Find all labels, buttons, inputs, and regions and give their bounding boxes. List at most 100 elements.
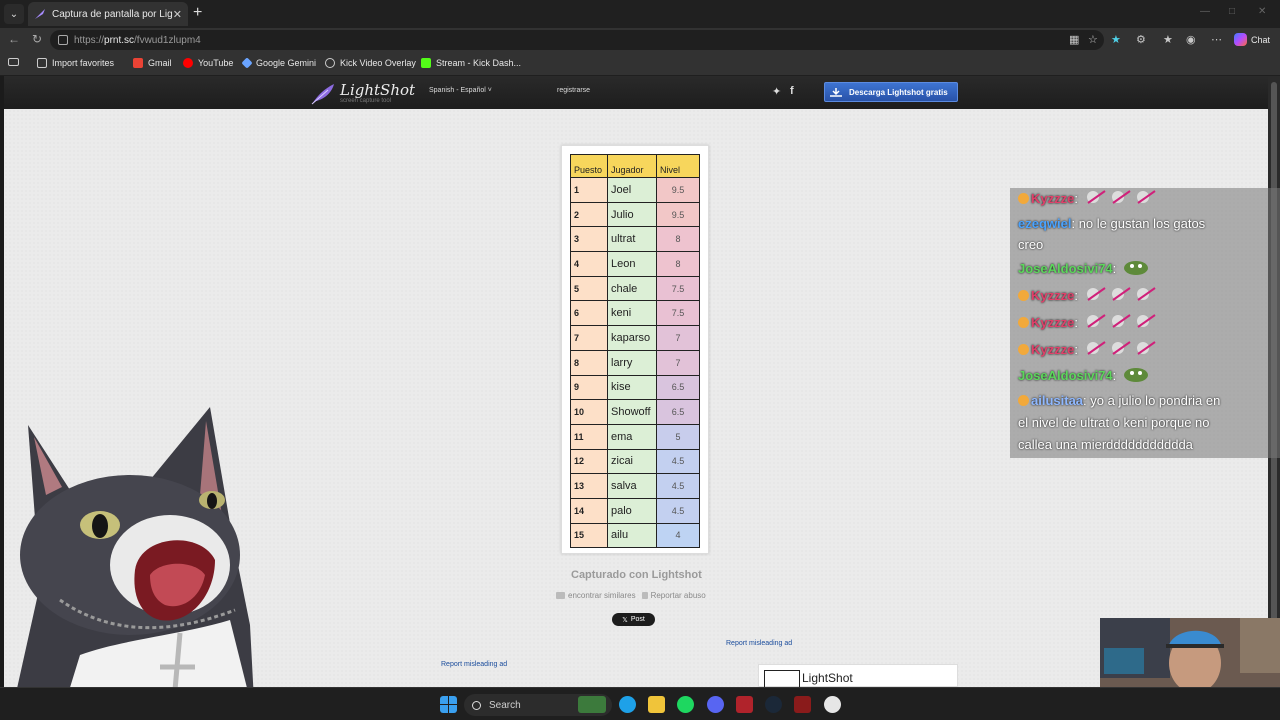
chat-username[interactable]: ezeqwiel	[1018, 216, 1071, 231]
facebook-icon[interactable]: f	[790, 85, 794, 97]
cell-player: Joel	[607, 177, 657, 203]
app-available-icon[interactable]: ▦	[1069, 33, 1079, 46]
navigation-bar: ← ↻ https://prnt.sc/fvwud1zlupm4 ▦ ☆ ★ ⚙…	[0, 28, 1280, 52]
tab-actions-menu-button[interactable]: ⌄	[4, 4, 24, 24]
cell-position: 3	[570, 226, 608, 253]
new-tab-button[interactable]: +	[193, 4, 202, 22]
report-misleading-ad-link[interactable]: Report misleading ad	[726, 640, 792, 647]
sidebar-toggle-icon[interactable]	[8, 58, 24, 66]
chat-username[interactable]: ailusitaa	[1031, 393, 1083, 408]
chat-emote-icon	[1086, 190, 1106, 204]
more-options-icon[interactable]: ⋯	[1211, 33, 1222, 46]
bookmark-kick-video-overlay[interactable]: Kick Video Overlay	[325, 58, 416, 68]
cell-position: 6	[570, 300, 608, 327]
chat-text: no le gustan los gatos	[1078, 216, 1206, 231]
table-row: 9 kise 6.5	[570, 374, 700, 401]
x-post-button[interactable]: 𝕏 Post	[612, 613, 655, 626]
file-explorer-icon[interactable]	[648, 696, 665, 713]
chevron-down-icon: ˅	[487, 87, 492, 94]
close-window-icon[interactable]: ✕	[1258, 6, 1266, 17]
extensions-icon[interactable]: ⚙	[1136, 33, 1146, 46]
valorant-icon[interactable]	[794, 696, 811, 713]
chat-emote-icon	[1111, 287, 1131, 301]
cell-position: 14	[570, 497, 608, 524]
cat-overlay-image	[10, 407, 255, 720]
chat-username[interactable]: Kyzzze	[1031, 315, 1074, 330]
lightshot-ad[interactable]: LightShot	[758, 664, 958, 690]
bookmark-google-gemini[interactable]: Google Gemini	[241, 57, 316, 69]
captured-with-lightshot: Capturado con Lightshot	[571, 569, 702, 581]
bookmark-youtube[interactable]: YouTube	[183, 58, 233, 68]
chat-username[interactable]: Kyzzze	[1031, 342, 1074, 357]
steam-icon[interactable]	[765, 696, 782, 713]
cell-level: 4.5	[656, 497, 700, 524]
bookmark-stream-kick-dashboard[interactable]: Stream - Kick Dash...	[421, 58, 521, 68]
cell-player: Showoff	[607, 399, 657, 425]
chat-separator: :	[1112, 261, 1120, 276]
report-abuse-link[interactable]: Reportar abuso	[651, 591, 706, 600]
cell-level: 5	[656, 423, 700, 450]
cell-player: kaparso	[607, 325, 657, 351]
youtube-icon	[183, 58, 193, 68]
register-link[interactable]: registrarse	[557, 87, 590, 94]
chat-username[interactable]: JoseAldosivi74	[1018, 368, 1113, 383]
cell-player: Julio	[607, 201, 657, 228]
table-row: 4 Leon 8	[570, 251, 700, 277]
chat-emote-icon	[1111, 341, 1131, 355]
obs-icon[interactable]	[824, 696, 841, 713]
edge-icon[interactable]	[619, 696, 636, 713]
chat-emote-icon	[1136, 341, 1156, 355]
refresh-icon[interactable]: ↻	[32, 32, 42, 46]
stream-chat-overlay: Kyzzze: ezeqwiel: no le gustan los gatos…	[1010, 188, 1280, 458]
cell-level: 7.5	[656, 300, 700, 327]
table-row: 7 kaparso 7	[570, 325, 700, 351]
back-icon[interactable]: ←	[8, 32, 20, 46]
sub-badge-icon	[1018, 317, 1029, 328]
copilot-chat-button[interactable]: Chat	[1234, 33, 1270, 46]
cell-level: 7.5	[656, 275, 700, 302]
translate-extension-icon[interactable]: ★	[1111, 33, 1121, 46]
download-lightshot-button[interactable]: Descarga Lightshot gratis	[824, 82, 958, 102]
favorite-star-icon[interactable]: ☆	[1088, 33, 1098, 46]
minimize-icon[interactable]: —	[1200, 6, 1210, 17]
table-row: 10 Showoff 6.5	[570, 399, 700, 425]
chat-emote-icon	[1136, 190, 1156, 204]
bookmark-gmail[interactable]: Gmail	[133, 58, 172, 68]
ranking-table: Puesto Jugador Nivel 1 Joel 9.5 2 Julio 9.5 3 u…	[570, 154, 700, 549]
close-tab-icon[interactable]: ✕	[173, 8, 182, 21]
chat-username[interactable]: Kyzzze	[1031, 288, 1074, 303]
cell-level: 4.5	[656, 448, 700, 475]
search-icon	[472, 700, 481, 710]
site-info-icon[interactable]	[58, 35, 68, 45]
cell-level: 7	[656, 325, 700, 351]
cell-player: ultrat	[607, 226, 657, 253]
twitter-icon[interactable]: ✦	[772, 85, 781, 98]
address-bar[interactable]: https://prnt.sc/fvwud1zlupm4	[50, 30, 1104, 50]
cell-position: 8	[570, 349, 608, 376]
chat-separator: :	[1074, 342, 1082, 357]
find-similar-link[interactable]: encontrar similares	[568, 591, 636, 600]
chat-message: ezeqwiel: no le gustan los gatos	[1018, 213, 1205, 234]
browser-tab[interactable]: Captura de pantalla por Lightshot ✕	[28, 2, 188, 26]
chat-emote-icon	[1086, 287, 1106, 301]
chat-emote-icon	[1111, 314, 1131, 328]
header-jugador: Jugador	[607, 154, 657, 178]
camera-icon	[556, 592, 565, 599]
profile-avatar-icon[interactable]: ◉	[1186, 33, 1196, 46]
report-misleading-ad-link[interactable]: Report misleading ad	[441, 661, 507, 668]
maximize-icon[interactable]: □	[1229, 6, 1235, 17]
screenshot-image[interactable]: Puesto Jugador Nivel 1 Joel 9.5 2 Julio 9.5 3 u…	[561, 145, 709, 554]
bookmark-import-favorites[interactable]: Import favorites	[37, 58, 114, 68]
table-row: 12 zicai 4.5	[570, 448, 700, 475]
chat-message: JoseAldosivi74:	[1018, 365, 1149, 386]
favorites-icon[interactable]: ★	[1163, 33, 1173, 46]
spotify-icon[interactable]	[677, 696, 694, 713]
language-selector[interactable]: Spanish - Español ˅	[429, 87, 492, 94]
table-header-row: Puesto Jugador Nivel	[570, 154, 700, 178]
chat-username[interactable]: Kyzzze	[1031, 191, 1074, 206]
voicemeeter-icon[interactable]	[736, 696, 753, 713]
chat-username[interactable]: JoseAldosivi74	[1018, 261, 1113, 276]
windows-start-icon[interactable]	[440, 696, 457, 713]
cell-level: 9.5	[656, 201, 700, 228]
discord-icon[interactable]	[707, 696, 724, 713]
